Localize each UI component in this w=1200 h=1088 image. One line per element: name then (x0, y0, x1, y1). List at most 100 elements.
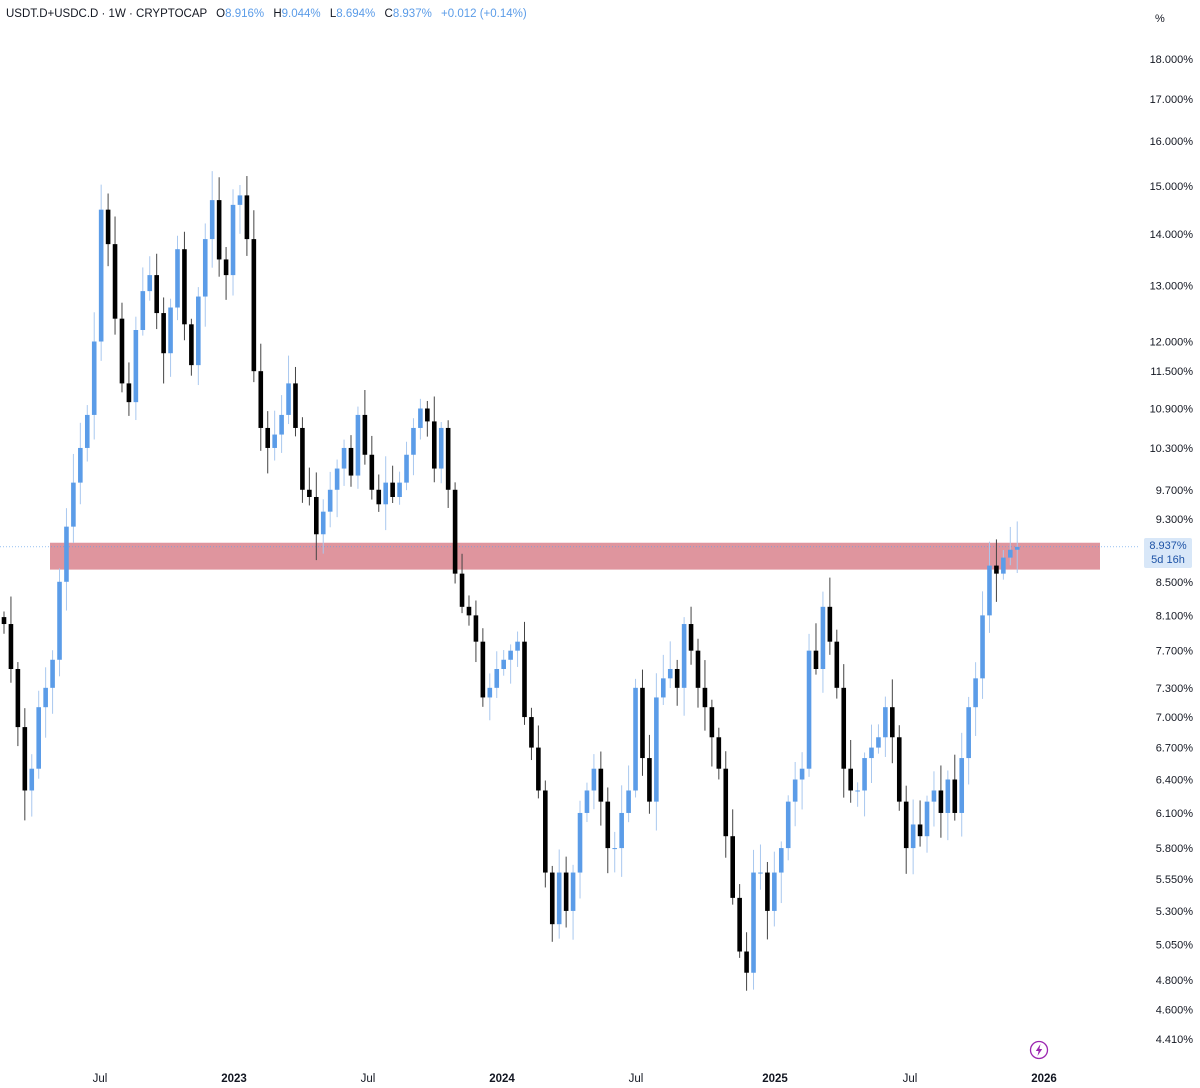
candle[interactable] (549, 865, 555, 942)
candle[interactable] (529, 707, 534, 761)
candle[interactable] (196, 287, 201, 386)
candle[interactable] (737, 884, 742, 958)
candle[interactable] (36, 690, 41, 779)
candle[interactable] (543, 780, 548, 888)
candle[interactable] (22, 708, 28, 821)
candle[interactable] (903, 785, 909, 874)
candle[interactable] (952, 754, 958, 821)
candle[interactable] (584, 782, 590, 823)
candle[interactable] (785, 795, 791, 861)
candle[interactable] (515, 631, 520, 667)
candle[interactable] (57, 568, 62, 677)
candle[interactable] (806, 633, 812, 777)
candle[interactable] (1, 611, 7, 634)
candle[interactable] (883, 696, 888, 757)
candle[interactable] (390, 465, 395, 503)
candle[interactable] (64, 508, 69, 611)
candle[interactable] (612, 831, 618, 873)
candle[interactable] (508, 644, 513, 684)
candle[interactable] (334, 459, 340, 518)
candle[interactable] (258, 343, 264, 451)
candle[interactable] (723, 751, 729, 858)
candle[interactable] (626, 765, 631, 823)
candle[interactable] (536, 725, 541, 799)
candle[interactable] (980, 591, 985, 699)
candle[interactable] (182, 231, 187, 341)
candle[interactable] (563, 856, 569, 928)
candle[interactable] (397, 471, 402, 505)
candle[interactable] (189, 318, 194, 376)
candle[interactable] (591, 754, 597, 810)
candle[interactable] (661, 654, 666, 705)
candle[interactable] (265, 411, 271, 474)
candle[interactable] (411, 418, 416, 476)
candle[interactable] (820, 591, 826, 693)
candle[interactable] (765, 861, 770, 940)
candle[interactable] (744, 932, 749, 991)
candle[interactable] (487, 673, 493, 721)
candle[interactable] (383, 456, 388, 531)
candle[interactable] (466, 595, 472, 626)
lightning-bolt-icon[interactable] (1029, 1040, 1049, 1060)
candle[interactable] (418, 398, 423, 440)
candle[interactable] (71, 453, 76, 544)
candle[interactable] (890, 679, 895, 764)
candle[interactable] (973, 662, 978, 737)
candle[interactable] (619, 785, 624, 877)
candle[interactable] (133, 316, 139, 421)
candle[interactable] (730, 809, 735, 905)
candle[interactable] (43, 667, 48, 738)
candle[interactable] (445, 420, 451, 508)
candle[interactable] (119, 302, 125, 393)
candle[interactable] (237, 185, 243, 234)
candle[interactable] (494, 651, 500, 698)
candle[interactable] (438, 421, 444, 484)
candle[interactable] (168, 298, 173, 377)
candle[interactable] (425, 400, 430, 437)
candle[interactable] (695, 638, 701, 708)
candle[interactable] (674, 659, 680, 706)
candle[interactable] (362, 390, 368, 465)
candle[interactable] (605, 787, 611, 874)
candle[interactable] (355, 406, 361, 489)
candle[interactable] (501, 650, 506, 676)
candle[interactable] (147, 256, 153, 301)
candle[interactable] (654, 673, 659, 831)
candle[interactable] (577, 800, 583, 899)
candle[interactable] (778, 841, 784, 904)
candle[interactable] (216, 177, 222, 277)
candle[interactable] (300, 417, 305, 503)
candle[interactable] (161, 297, 166, 384)
candle[interactable] (751, 849, 756, 990)
candle[interactable] (959, 732, 965, 837)
candle[interactable] (78, 422, 83, 505)
candle[interactable] (327, 471, 333, 528)
candle[interactable] (869, 724, 874, 783)
candle[interactable] (896, 725, 902, 811)
candle[interactable] (112, 216, 118, 335)
candle[interactable] (681, 617, 687, 716)
candle[interactable] (945, 770, 951, 841)
candle[interactable] (369, 435, 375, 500)
candle[interactable] (570, 864, 576, 940)
candle[interactable] (633, 678, 638, 798)
candle[interactable] (938, 765, 944, 838)
candle[interactable] (140, 267, 146, 336)
candle[interactable] (799, 752, 805, 810)
candle[interactable] (105, 193, 111, 267)
candle[interactable] (834, 629, 840, 699)
candle[interactable] (917, 800, 923, 847)
candle[interactable] (244, 176, 250, 256)
candle[interactable] (279, 395, 284, 453)
candle[interactable] (473, 600, 479, 663)
candle[interactable] (792, 761, 798, 827)
candle[interactable] (522, 621, 527, 725)
candle[interactable] (924, 795, 930, 853)
candle[interactable] (341, 439, 347, 486)
candle[interactable] (230, 189, 236, 296)
candle[interactable] (376, 474, 382, 512)
candle[interactable] (175, 235, 180, 321)
candlestick-chart[interactable]: 18.000% 17.000% 16.000% 15.000% 14.000% 13.00… (0, 0, 1200, 1088)
candle[interactable] (910, 799, 916, 875)
candle[interactable] (286, 355, 291, 425)
